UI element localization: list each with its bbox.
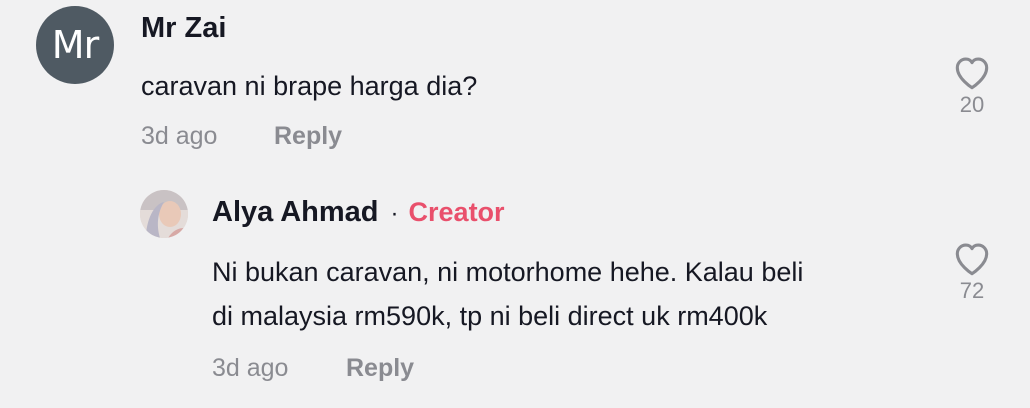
- like-count: 20: [959, 92, 985, 117]
- reply-reply-button[interactable]: Reply: [346, 354, 414, 383]
- avatar[interactable]: Mr: [36, 6, 114, 84]
- comment-text: caravan ni brape harga dia?: [141, 71, 478, 101]
- creator-badge: Creator: [408, 197, 505, 227]
- separator-dot: ·: [390, 200, 399, 227]
- heart-outline-icon: [953, 242, 991, 276]
- reply-like-button[interactable]: 72: [947, 242, 997, 304]
- reply-username[interactable]: Alya Ahmad: [212, 196, 379, 229]
- reply-header: Alya Ahmad · Creator: [212, 196, 505, 229]
- reply-text-line-1: Ni bukan caravan, ni motorhome hehe. Kal…: [212, 257, 804, 287]
- reply-button[interactable]: Reply: [274, 122, 342, 151]
- heart-outline-icon: [953, 56, 991, 90]
- reply-avatar[interactable]: [140, 190, 188, 238]
- avatar-initials: Mr: [51, 23, 99, 67]
- profile-photo-icon: [140, 190, 188, 238]
- comments-panel: Mr Mr Zai caravan ni brape harga dia? 3d…: [0, 0, 1030, 408]
- comment-timestamp: 3d ago: [141, 122, 218, 150]
- reply-text-line-2: di malaysia rm590k, tp ni beli direct uk…: [212, 301, 768, 331]
- reply-timestamp: 3d ago: [212, 354, 289, 382]
- comment-username[interactable]: Mr Zai: [141, 12, 226, 45]
- reply-like-count: 72: [959, 278, 985, 303]
- like-button[interactable]: 20: [947, 56, 997, 118]
